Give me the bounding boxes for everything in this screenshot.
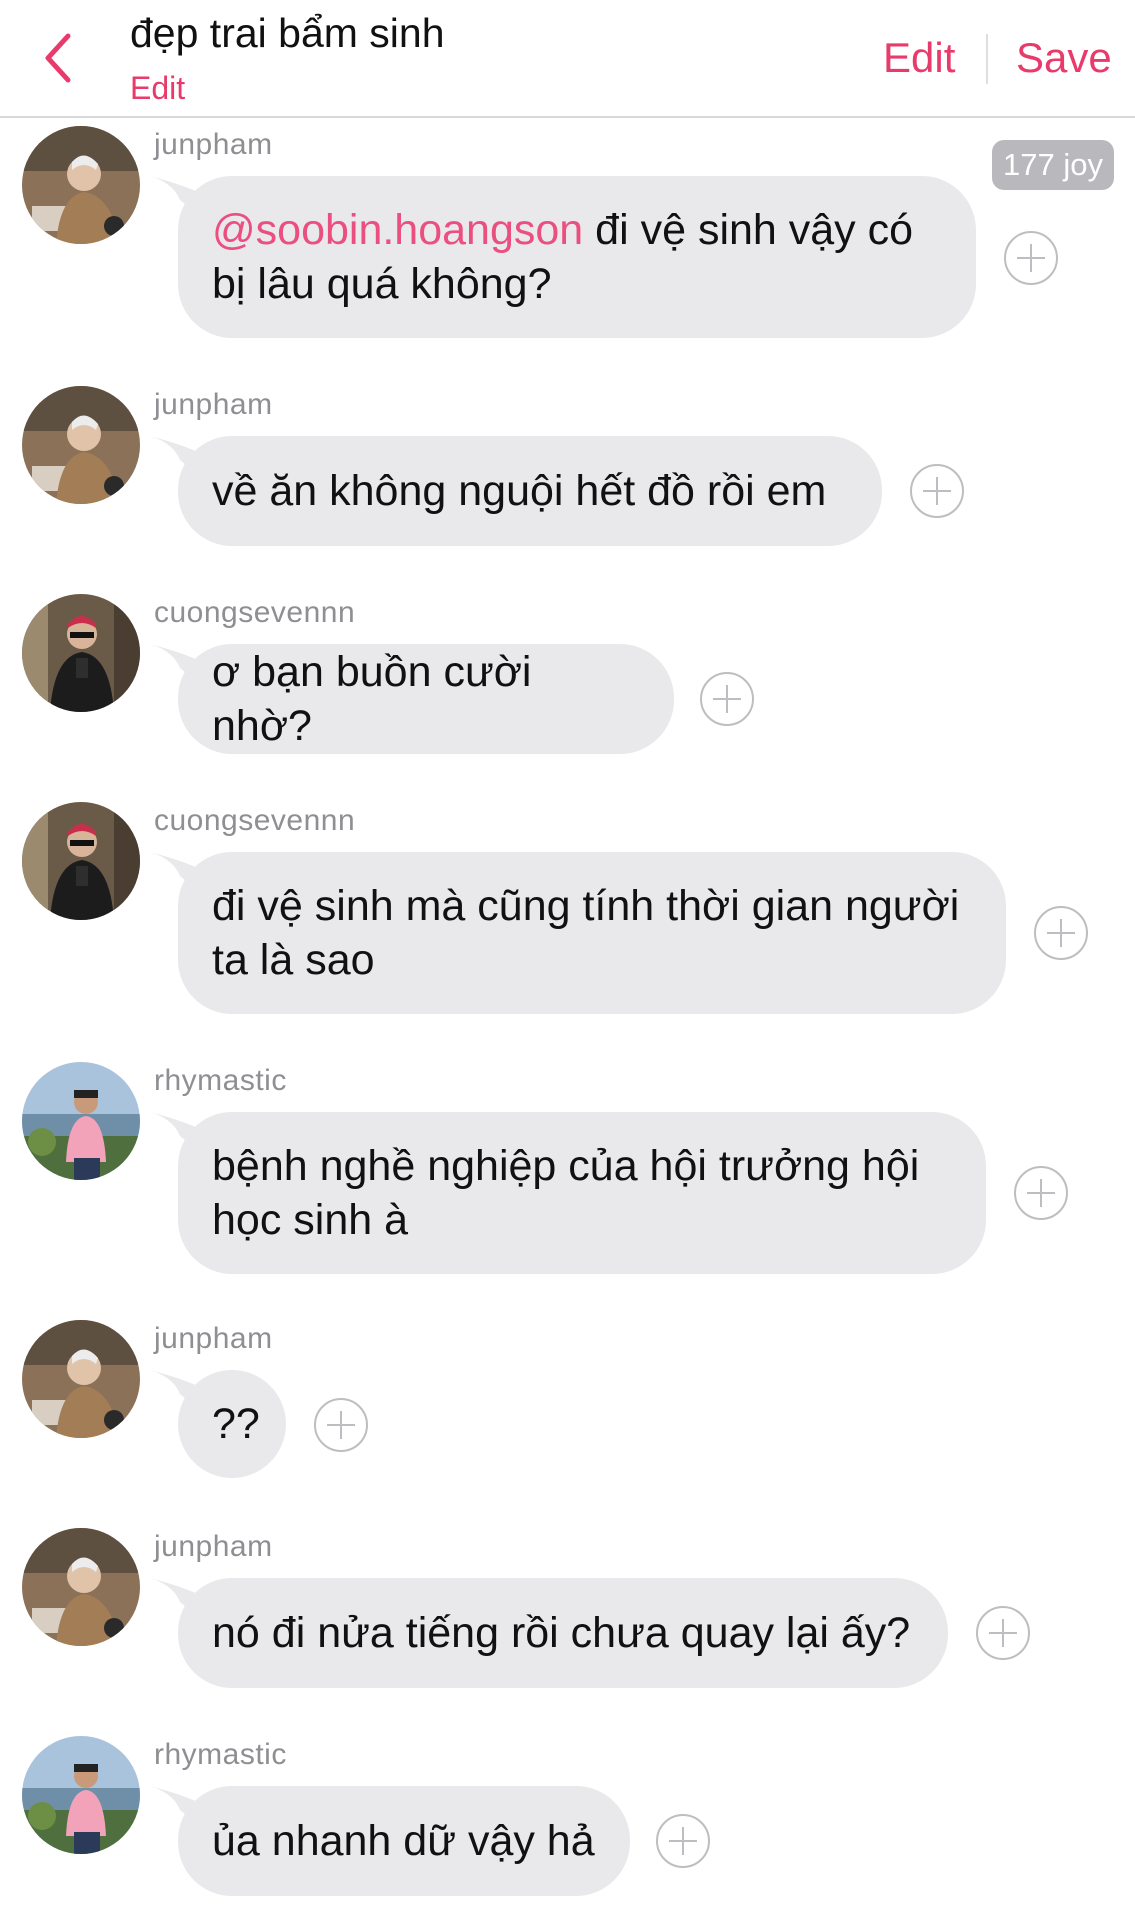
add-reaction-plus-icon[interactable] bbox=[1014, 1166, 1068, 1220]
message-text: @soobin.hoangson đi vệ sinh vậy có bị lâ… bbox=[212, 206, 914, 308]
avatar-cuongsevennn[interactable] bbox=[22, 802, 140, 920]
message-bubble[interactable]: @soobin.hoangson đi vệ sinh vậy có bị lâ… bbox=[142, 174, 976, 338]
avatar-rhymastic[interactable] bbox=[22, 1062, 140, 1180]
message-bubble[interactable]: ?? bbox=[142, 1368, 286, 1478]
back-chevron-icon[interactable] bbox=[38, 30, 78, 86]
add-reaction-plus-icon[interactable] bbox=[314, 1398, 368, 1452]
message-text: nó đi nửa tiếng rồi chưa quay lại ấy? bbox=[212, 1609, 911, 1657]
avatar-rhymastic[interactable] bbox=[22, 1736, 140, 1854]
add-reaction-plus-icon[interactable] bbox=[1034, 906, 1088, 960]
message-username: junpham bbox=[154, 128, 273, 161]
chat-subtitle-edit[interactable]: Edit bbox=[130, 70, 185, 107]
header-divider bbox=[986, 34, 988, 84]
save-button[interactable]: Save bbox=[1016, 34, 1112, 82]
message-bubble[interactable]: về ăn không nguội hết đồ rồi em bbox=[142, 434, 882, 546]
message-bubble[interactable]: đi vệ sinh mà cũng tính thời gian người … bbox=[142, 850, 1006, 1014]
mention-link[interactable]: @soobin.hoangson bbox=[212, 206, 583, 254]
message-bubble[interactable]: nó đi nửa tiếng rồi chưa quay lại ấy? bbox=[142, 1576, 948, 1688]
joy-count-badge: 177 joy bbox=[992, 140, 1114, 190]
message-username: rhymastic bbox=[154, 1064, 287, 1097]
message-bubble[interactable]: ủa nhanh dữ vậy hả bbox=[142, 1784, 630, 1896]
message-text: đi vệ sinh mà cũng tính thời gian người … bbox=[212, 882, 960, 984]
add-reaction-plus-icon[interactable] bbox=[700, 672, 754, 726]
message-username: cuongsevennn bbox=[154, 596, 356, 629]
avatar-cuongsevennn[interactable] bbox=[22, 594, 140, 712]
message-text: bệnh nghề nghiệp của hội trưởng hội học … bbox=[212, 1142, 920, 1244]
message-username: cuongsevennn bbox=[154, 804, 356, 837]
avatar-junpham[interactable] bbox=[22, 1528, 140, 1646]
message-bubble[interactable]: ơ bạn buồn cười nhờ? bbox=[142, 642, 674, 754]
message-text: ơ bạn buồn cười nhờ? bbox=[212, 648, 532, 750]
message-username: junpham bbox=[154, 1322, 273, 1355]
add-reaction-plus-icon[interactable] bbox=[976, 1606, 1030, 1660]
add-reaction-plus-icon[interactable] bbox=[910, 464, 964, 518]
message-text: về ăn không nguội hết đồ rồi em bbox=[212, 467, 827, 515]
message-username: junpham bbox=[154, 1530, 273, 1563]
chat-header: đẹp trai bẩm sinh Edit Edit Save bbox=[0, 0, 1135, 118]
message-text: ủa nhanh dữ vậy hả bbox=[212, 1817, 595, 1865]
avatar-junpham[interactable] bbox=[22, 126, 140, 244]
add-reaction-plus-icon[interactable] bbox=[1004, 231, 1058, 285]
edit-button[interactable]: Edit bbox=[883, 34, 955, 82]
message-username: junpham bbox=[154, 388, 273, 421]
avatar-junpham[interactable] bbox=[22, 386, 140, 504]
chat-title: đẹp trai bẩm sinh bbox=[130, 10, 445, 56]
message-text: ?? bbox=[212, 1400, 260, 1448]
message-bubble[interactable]: bệnh nghề nghiệp của hội trưởng hội học … bbox=[142, 1110, 986, 1274]
add-reaction-plus-icon[interactable] bbox=[656, 1814, 710, 1868]
avatar-junpham[interactable] bbox=[22, 1320, 140, 1438]
message-username: rhymastic bbox=[154, 1738, 287, 1771]
